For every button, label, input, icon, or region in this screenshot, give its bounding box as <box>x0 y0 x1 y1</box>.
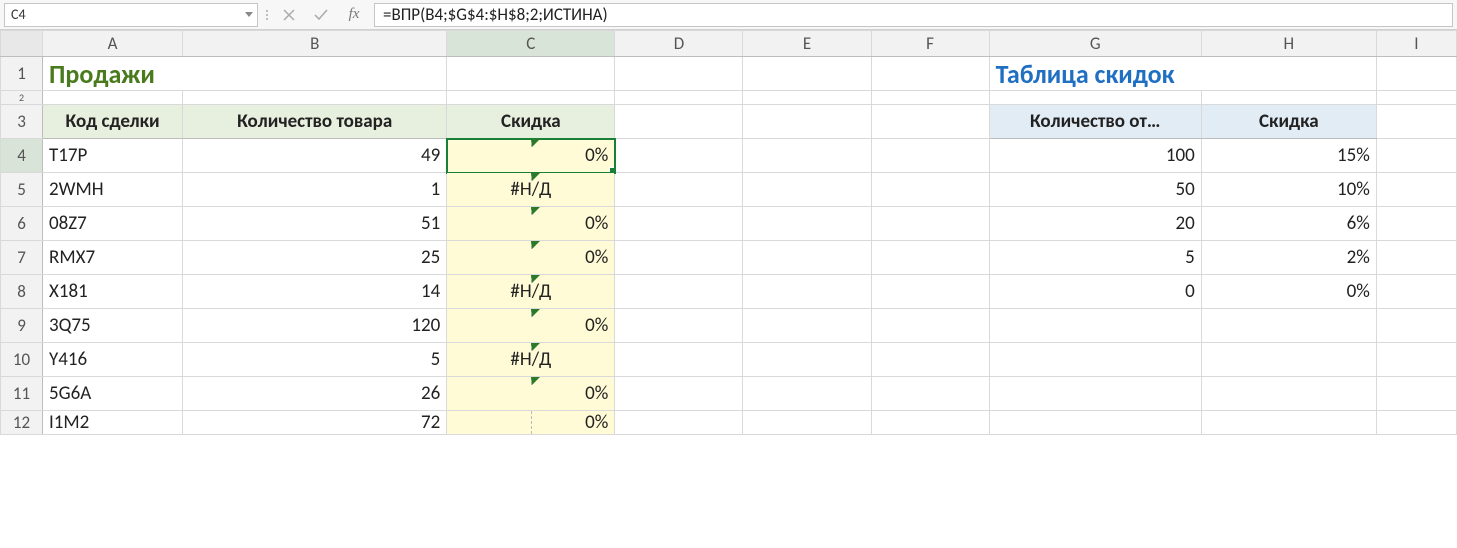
row-header-9[interactable]: 9 <box>1 309 43 343</box>
fx-icon[interactable]: fx <box>340 6 368 23</box>
row-header-7[interactable]: 7 <box>1 241 43 275</box>
sales-header-qty[interactable]: Количество товара <box>183 105 447 139</box>
cell-D1[interactable] <box>615 57 743 91</box>
row-header-3[interactable]: 3 <box>1 105 43 139</box>
cell-C4[interactable]: 0% <box>447 139 615 173</box>
formula-input[interactable]: =ВПР(B4;$G$4:$H$8;2;ИСТИНА) <box>374 3 1453 27</box>
cell-H7[interactable]: 2% <box>1201 241 1376 275</box>
cell-A9[interactable]: 3Q75 <box>43 309 183 343</box>
column-header-row: A B C D E F G H I <box>1 31 1457 57</box>
row-header-2[interactable]: 2 <box>1 91 43 105</box>
row-header-1[interactable]: 1 <box>1 57 43 91</box>
row-header-12[interactable]: 12 <box>1 411 43 435</box>
row-5: 5 2WMH 1 #Н/Д 50 10% <box>1 173 1457 207</box>
row-9: 9 3Q75 120 0% <box>1 309 1457 343</box>
row-7: 7 RMX7 25 0% 5 2% <box>1 241 1457 275</box>
row-8: 8 X181 14 #Н/Д 0 0% <box>1 275 1457 309</box>
row-2: 2 <box>1 91 1457 105</box>
cell-C6[interactable]: 0% <box>447 207 615 241</box>
cell-G6[interactable]: 20 <box>989 207 1201 241</box>
cell-C7[interactable]: 0% <box>447 241 615 275</box>
cell-C8[interactable]: #Н/Д <box>447 275 615 309</box>
cell-B7[interactable]: 25 <box>183 241 447 275</box>
row-11: 11 5G6A 26 0% <box>1 377 1457 411</box>
cell-C9[interactable]: 0% <box>447 309 615 343</box>
col-header-I[interactable]: I <box>1376 31 1456 57</box>
cell-B6[interactable]: 51 <box>183 207 447 241</box>
row-header-8[interactable]: 8 <box>1 275 43 309</box>
row-header-10[interactable]: 10 <box>1 343 43 377</box>
cell-A5[interactable]: 2WMH <box>43 173 183 207</box>
col-header-E[interactable]: E <box>743 31 871 57</box>
row-3: 3 Код сделки Количество товара Скидка Ко… <box>1 105 1457 139</box>
confirm-formula-button[interactable] <box>308 4 334 26</box>
cell-C10[interactable]: #Н/Д <box>447 343 615 377</box>
cell-G8[interactable]: 0 <box>989 275 1201 309</box>
col-header-D[interactable]: D <box>615 31 743 57</box>
cell-B5[interactable]: 1 <box>183 173 447 207</box>
cell-H5[interactable]: 10% <box>1201 173 1376 207</box>
row-header-5[interactable]: 5 <box>1 173 43 207</box>
cell-A4[interactable]: T17P <box>43 139 183 173</box>
col-header-H[interactable]: H <box>1201 31 1376 57</box>
formula-text: =ВПР(B4;$G$4:$H$8;2;ИСТИНА) <box>383 4 608 25</box>
name-box[interactable]: C4 <box>4 3 258 27</box>
cell-B8[interactable]: 14 <box>183 275 447 309</box>
discounts-title[interactable]: Таблица скидок <box>989 57 1376 91</box>
cell-H8[interactable]: 0% <box>1201 275 1376 309</box>
cell-I1[interactable] <box>1376 57 1456 91</box>
row-10: 10 Y416 5 #Н/Д <box>1 343 1457 377</box>
cancel-formula-button[interactable] <box>276 4 302 26</box>
cell-B9[interactable]: 120 <box>183 309 447 343</box>
sales-header-discount[interactable]: Скидка <box>447 105 615 139</box>
cell-A7[interactable]: RMX7 <box>43 241 183 275</box>
cell-B4[interactable]: 49 <box>183 139 447 173</box>
cell-H4[interactable]: 15% <box>1201 139 1376 173</box>
cell-A8[interactable]: X181 <box>43 275 183 309</box>
cell-C12[interactable]: 0% <box>447 411 615 435</box>
cell-A6[interactable]: 08Z7 <box>43 207 183 241</box>
cell-B11[interactable]: 26 <box>183 377 447 411</box>
cell-B12[interactable]: 72 <box>183 411 447 435</box>
cell-H6[interactable]: 6% <box>1201 207 1376 241</box>
cell-A11[interactable]: 5G6A <box>43 377 183 411</box>
cell-B10[interactable]: 5 <box>183 343 447 377</box>
sales-header-code[interactable]: Код сделки <box>43 105 183 139</box>
row-1: 1 Продажи Таблица скидок <box>1 57 1457 91</box>
row-4: 4 T17P 49 0% 100 15% <box>1 139 1457 173</box>
formula-bar: C4 fx =ВПР(B4;$G$4:$H$8;2;ИСТИНА) <box>0 0 1457 30</box>
chevron-down-icon[interactable] <box>245 12 253 17</box>
row-header-4[interactable]: 4 <box>1 139 43 173</box>
col-header-F[interactable]: F <box>871 31 989 57</box>
name-box-value: C4 <box>11 6 26 23</box>
cell-F1[interactable] <box>871 57 989 91</box>
cell-G4[interactable]: 100 <box>989 139 1201 173</box>
col-header-C[interactable]: C <box>447 31 615 57</box>
cell-E1[interactable] <box>743 57 871 91</box>
col-header-B[interactable]: B <box>183 31 447 57</box>
cell-A12[interactable]: I1M2 <box>43 411 183 435</box>
spreadsheet-grid[interactable]: A B C D E F G H I 1 Продажи Таблица скид… <box>0 30 1457 435</box>
col-header-G[interactable]: G <box>989 31 1201 57</box>
discount-header-discount[interactable]: Скидка <box>1201 105 1376 139</box>
col-header-A[interactable]: A <box>43 31 183 57</box>
sales-title[interactable]: Продажи <box>43 57 447 91</box>
cell-C11[interactable]: 0% <box>447 377 615 411</box>
discount-header-from[interactable]: Количество от… <box>989 105 1201 139</box>
cell-A10[interactable]: Y416 <box>43 343 183 377</box>
row-12: 12 I1M2 72 0% <box>1 411 1457 435</box>
cell-C5[interactable]: #Н/Д <box>447 173 615 207</box>
row-header-11[interactable]: 11 <box>1 377 43 411</box>
cell-C1[interactable] <box>447 57 615 91</box>
drag-handle-icon[interactable] <box>264 10 270 20</box>
row-6: 6 08Z7 51 0% 20 6% <box>1 207 1457 241</box>
select-all-corner[interactable] <box>1 31 43 57</box>
cell-G7[interactable]: 5 <box>989 241 1201 275</box>
cell-G5[interactable]: 50 <box>989 173 1201 207</box>
row-header-6[interactable]: 6 <box>1 207 43 241</box>
